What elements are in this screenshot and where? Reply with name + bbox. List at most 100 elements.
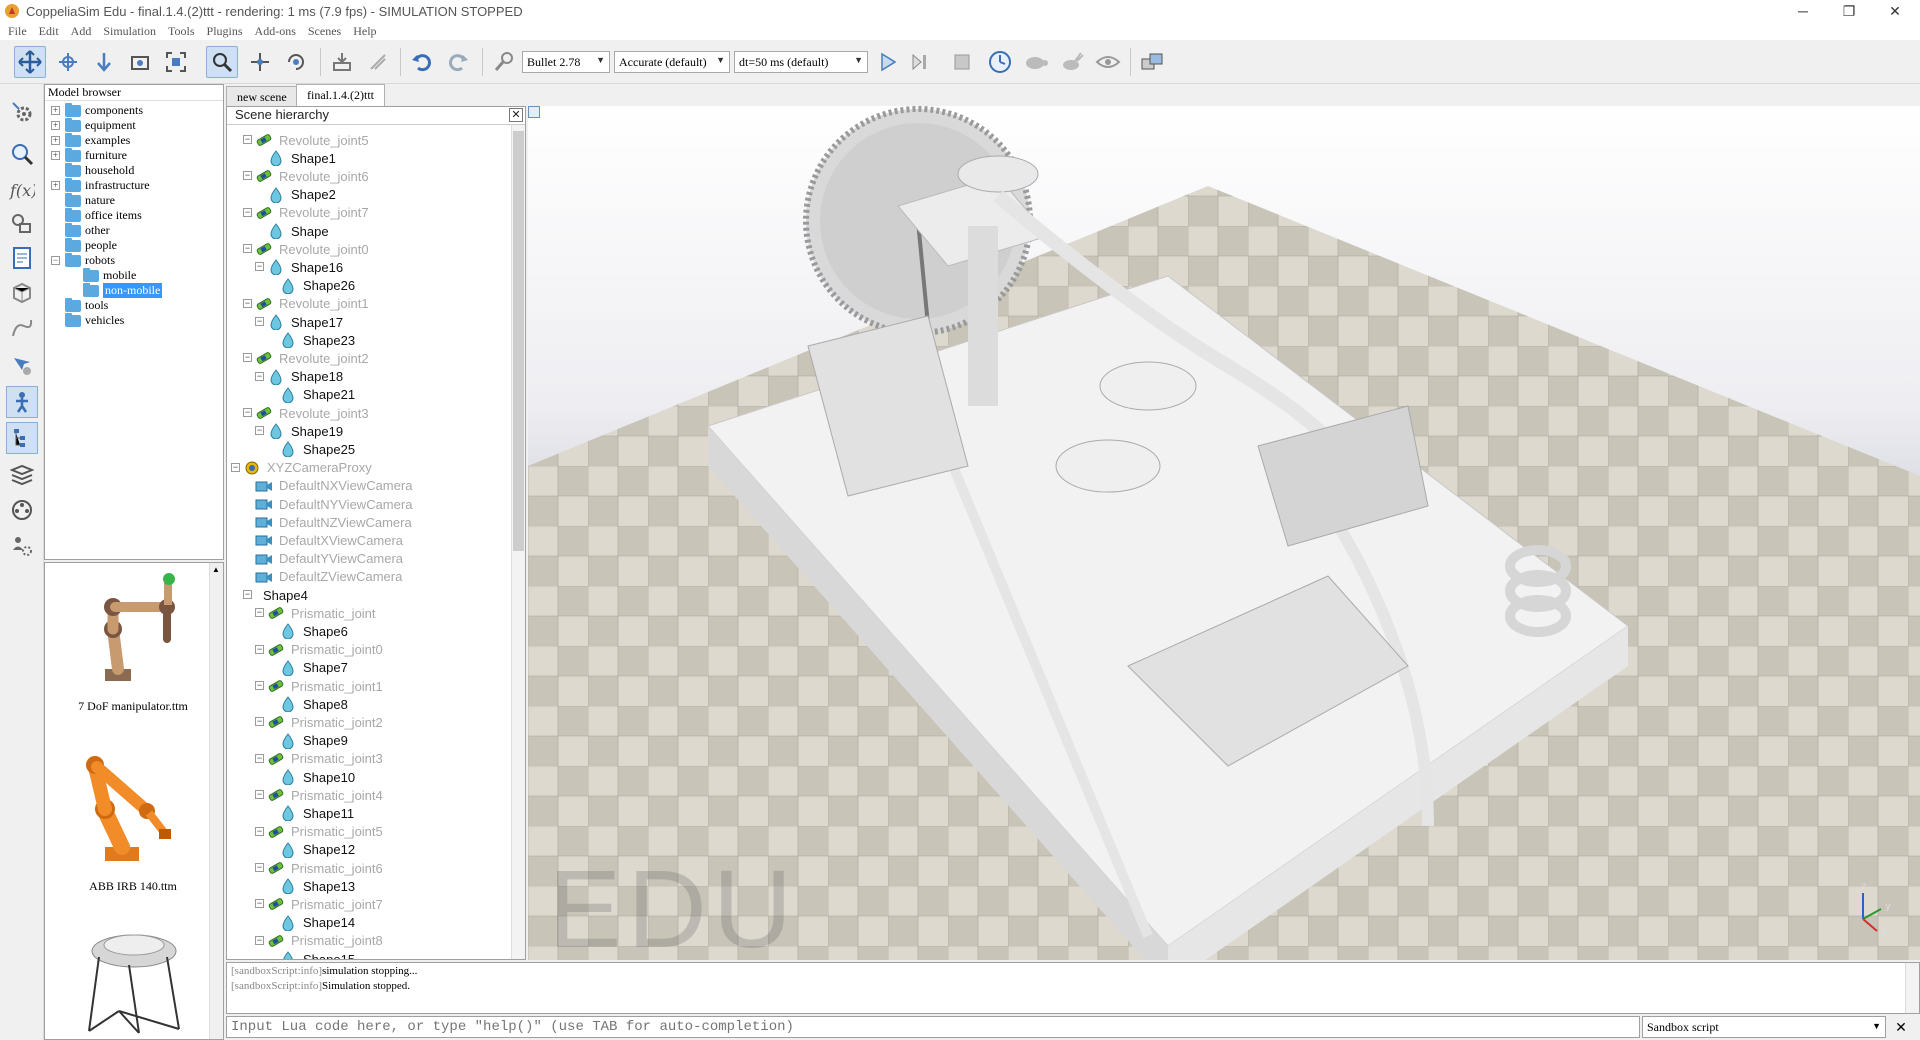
viewport-menu-toggle[interactable] xyxy=(528,106,540,118)
thumbnail-scrollbar[interactable]: ▲ xyxy=(209,563,223,1039)
pause-simulation-button[interactable] xyxy=(904,46,936,78)
hierarchy-scrollbar[interactable] xyxy=(511,125,525,959)
menu-addons[interactable]: Add-ons xyxy=(255,24,296,39)
model-folder-people[interactable]: people xyxy=(65,237,117,253)
hierarchy-item[interactable]: Shape xyxy=(267,222,329,240)
hierarchy-item[interactable]: Shape2 xyxy=(267,186,336,204)
menu-file[interactable]: File xyxy=(8,24,27,39)
accuracy-select[interactable]: Accurate (default) ▼ xyxy=(614,51,730,73)
collapse-icon[interactable]: − xyxy=(243,171,252,181)
stop-simulation-button[interactable] xyxy=(946,46,978,78)
model-thumbnail-abb[interactable] xyxy=(65,739,195,869)
redo-button[interactable] xyxy=(442,46,474,78)
collapse-icon[interactable]: − xyxy=(51,256,60,265)
model-folder-vehicles[interactable]: vehicles xyxy=(65,312,124,328)
hierarchy-item[interactable]: DefaultXViewCamera xyxy=(255,531,403,549)
hierarchy-item[interactable]: − Shape18 xyxy=(255,368,343,386)
menu-help[interactable]: Help xyxy=(353,24,376,39)
camera-angle-button[interactable] xyxy=(124,46,156,78)
hierarchy-item[interactable]: − Shape17 xyxy=(255,313,343,331)
model-folder-components[interactable]: + components xyxy=(51,102,143,118)
hierarchy-item[interactable]: Shape12 xyxy=(279,841,355,859)
calculation-modules-button[interactable] xyxy=(6,138,38,170)
scroll-up-icon[interactable]: ▲ xyxy=(212,565,220,574)
restore-button[interactable]: ❐ xyxy=(1826,0,1872,22)
hierarchy-item[interactable]: − Prismatic_joint8 xyxy=(255,932,383,950)
menu-tools[interactable]: Tools xyxy=(168,24,195,39)
hierarchy-item[interactable]: − Revolute_joint2 xyxy=(243,349,369,367)
model-folder-robots[interactable]: − robots xyxy=(51,252,115,268)
object-shift-button[interactable] xyxy=(244,46,276,78)
collapse-icon[interactable]: − xyxy=(255,426,264,436)
tab-final-scene[interactable]: final.1.4.(2)ttt xyxy=(296,84,385,106)
hierarchy-item[interactable]: Shape7 xyxy=(279,659,348,677)
hierarchy-item[interactable]: Shape21 xyxy=(279,386,355,404)
collapse-icon[interactable]: − xyxy=(255,644,264,654)
hierarchy-item[interactable]: − Revolute_joint6 xyxy=(243,167,369,185)
close-button[interactable]: ✕ xyxy=(1872,0,1918,22)
hierarchy-item[interactable]: − Shape4 xyxy=(243,586,308,604)
hierarchy-item[interactable]: − Prismatic_joint1 xyxy=(255,677,383,695)
start-simulation-button[interactable] xyxy=(872,46,904,78)
hierarchy-item[interactable]: DefaultNXViewCamera xyxy=(255,477,412,495)
hierarchy-item[interactable]: Shape9 xyxy=(279,732,348,750)
hierarchy-item[interactable]: Shape15 xyxy=(279,950,355,959)
collapse-icon[interactable]: − xyxy=(243,207,252,217)
camera-pan-button[interactable] xyxy=(14,46,46,78)
model-folder-equipment[interactable]: + equipment xyxy=(51,117,136,133)
hierarchy-scroll-thumb[interactable] xyxy=(513,131,524,551)
hierarchy-item[interactable]: Shape13 xyxy=(279,877,355,895)
hierarchy-item[interactable]: Shape1 xyxy=(267,149,336,167)
collections-button[interactable] xyxy=(6,208,38,240)
timestep-select[interactable]: dt=50 ms (default) ▼ xyxy=(734,51,868,73)
model-thumbnail-delta[interactable] xyxy=(69,921,199,1039)
model-thumbnail-7dof[interactable] xyxy=(65,569,195,689)
model-folder-non-mobile[interactable]: non-mobile xyxy=(83,282,163,298)
hierarchy-item[interactable]: − Prismatic_joint6 xyxy=(255,859,383,877)
menu-plugins[interactable]: Plugins xyxy=(207,24,243,39)
speed-up-button[interactable] xyxy=(1056,46,1088,78)
path-edit-button[interactable] xyxy=(6,312,38,344)
3d-viewport[interactable]: EDU z y x xyxy=(528,106,1920,960)
model-folder-other[interactable]: other xyxy=(65,222,110,238)
hierarchy-item[interactable]: Shape14 xyxy=(279,914,355,932)
menu-scenes[interactable]: Scenes xyxy=(308,24,341,39)
expand-icon[interactable]: + xyxy=(51,106,60,115)
collapse-icon[interactable]: − xyxy=(255,681,264,690)
hierarchy-item[interactable]: − Revolute_joint0 xyxy=(243,240,369,258)
physics-engine-select[interactable]: Bullet 2.78 ▼ xyxy=(522,51,610,73)
expand-icon[interactable]: + xyxy=(51,136,60,145)
model-folder-infrastructure[interactable]: + infrastructure xyxy=(51,177,150,193)
hierarchy-item[interactable]: − Shape16 xyxy=(255,258,343,276)
hierarchy-close-button[interactable]: ✕ xyxy=(509,108,523,122)
hierarchy-item[interactable]: Shape8 xyxy=(279,695,348,713)
collapse-icon[interactable]: − xyxy=(255,608,264,618)
selection-button[interactable] xyxy=(6,350,38,382)
scene-switch-button[interactable] xyxy=(1136,46,1168,78)
video-recorder-button[interactable] xyxy=(6,494,38,526)
hierarchy-item[interactable]: Shape25 xyxy=(279,440,355,458)
collapse-icon[interactable]: − xyxy=(243,590,252,599)
collapse-icon[interactable]: − xyxy=(231,462,240,472)
expand-icon[interactable]: + xyxy=(51,121,60,130)
collapse-icon[interactable]: − xyxy=(255,371,264,381)
hierarchy-item[interactable]: Shape26 xyxy=(279,277,355,295)
minimize-button[interactable]: ─ xyxy=(1780,0,1826,22)
console-close-button[interactable]: ✕ xyxy=(1892,1018,1910,1036)
collapse-icon[interactable]: − xyxy=(243,244,252,254)
hierarchy-item[interactable]: − Shape19 xyxy=(255,422,343,440)
hierarchy-item[interactable]: − Prismatic_joint0 xyxy=(255,641,383,659)
hierarchy-item[interactable]: Shape10 xyxy=(279,768,355,786)
hierarchy-item[interactable]: Shape23 xyxy=(279,331,355,349)
assemble-button[interactable] xyxy=(326,46,358,78)
collapse-icon[interactable]: − xyxy=(255,717,264,727)
model-folder-nature[interactable]: nature xyxy=(65,192,115,208)
menu-simulation[interactable]: Simulation xyxy=(103,24,156,39)
hierarchy-item[interactable]: DefaultZViewCamera xyxy=(255,568,402,586)
hierarchy-item[interactable]: DefaultNYViewCamera xyxy=(255,495,412,513)
model-folder-tools[interactable]: tools xyxy=(65,297,108,313)
hierarchy-item[interactable]: − Prismatic_joint xyxy=(255,604,376,622)
user-settings-button[interactable] xyxy=(6,530,38,562)
model-folder-furniture[interactable]: + furniture xyxy=(51,147,127,163)
hierarchy-item[interactable]: DefaultNZViewCamera xyxy=(255,513,412,531)
